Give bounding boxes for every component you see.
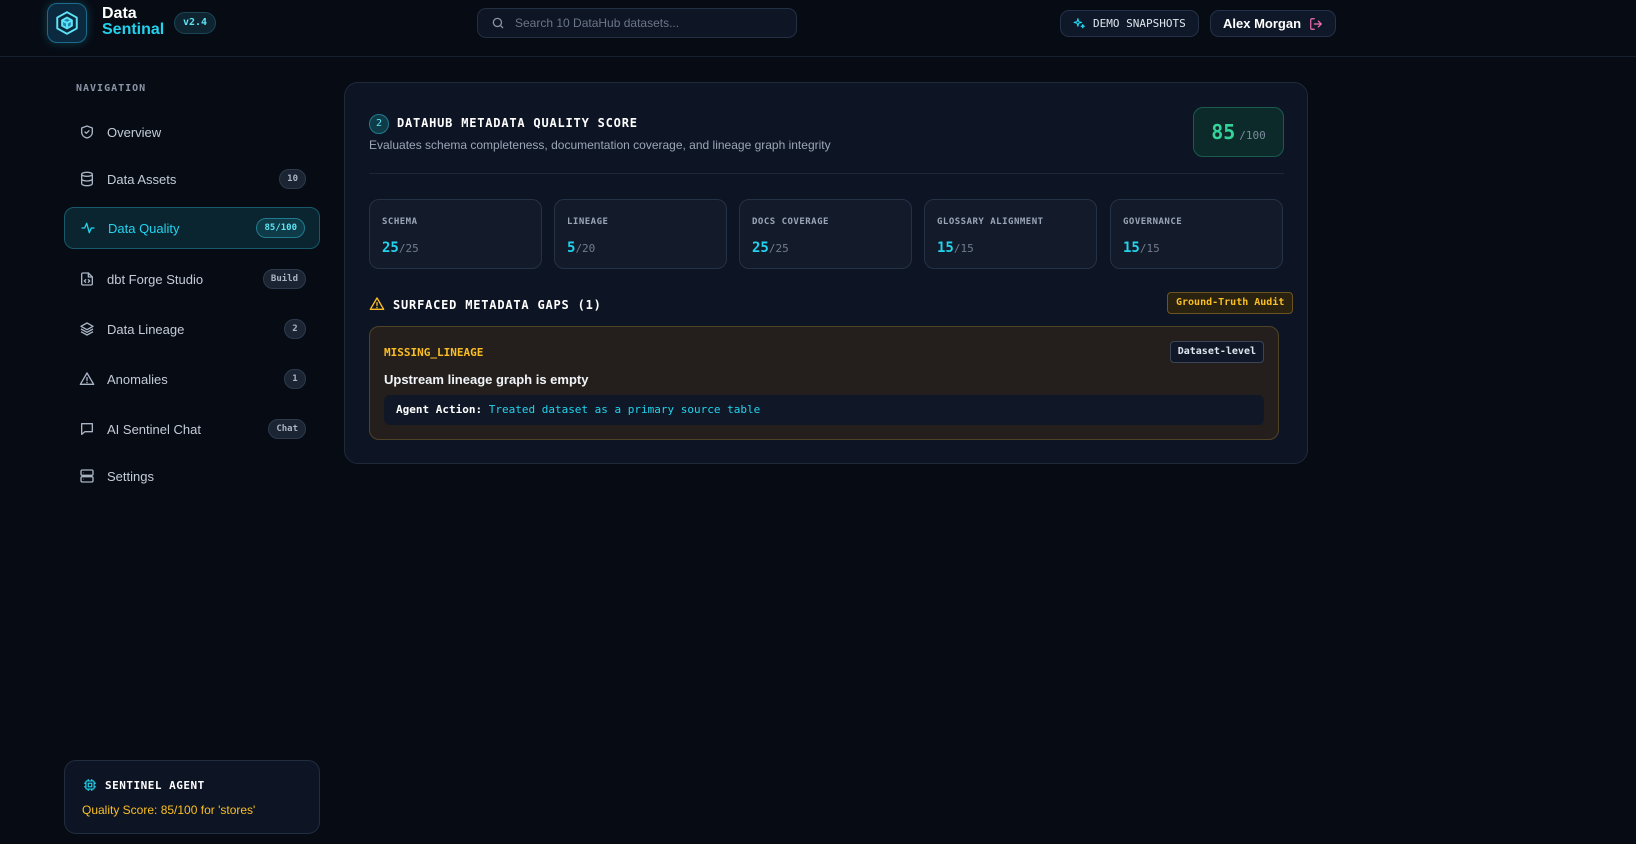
metric-max: /20 [575,242,596,255]
metric-card-lineage: LINEAGE 5/20 [554,199,727,269]
metric-card-governance: GOVERNANCE 15/15 [1110,199,1283,269]
user-menu-button[interactable]: Alex Morgan [1210,10,1337,37]
metric-card-glossary-alignment: GLOSSARY ALIGNMENT 15/15 [924,199,1097,269]
chat-badge: Chat [268,419,306,439]
database-icon [79,171,95,187]
cube-logo-icon [56,11,78,35]
sidebar-item-label: AI Sentinel Chat [107,421,201,437]
metric-score: 15 [1123,240,1140,256]
demo-snapshots-label: DEMO SNAPSHOTS [1093,17,1186,30]
metric-value: 15/15 [1123,237,1160,256]
top-header: Data Sentinal v2.4 DEMO SNAPSHOTS Alex M… [0,0,1636,57]
gap-level-badge: Dataset-level [1169,341,1264,363]
metric-max: /15 [953,242,974,255]
gap-code: MISSING_LINEAGE [384,346,484,359]
metric-value: 25/25 [382,237,419,256]
panel-title: DATAHUB METADATA QUALITY SCORE [397,116,638,130]
metric-value: 5/20 [567,237,595,256]
divider [369,173,1284,174]
search-input[interactable] [515,16,785,30]
file-code-icon [79,271,95,287]
sidebar-item-dbt-forge-studio[interactable]: dbt Forge Studio Build [64,258,320,300]
metric-score: 15 [937,240,954,256]
sidebar-item-anomalies[interactable]: Anomalies 1 [64,358,320,400]
search-icon [492,17,504,29]
metric-label: GLOSSARY ALIGNMENT [937,217,1044,227]
warning-icon [369,296,385,317]
logout-icon[interactable] [1309,17,1323,31]
metric-max: /25 [768,242,789,255]
agent-action-text: Treated dataset as a primary source tabl… [488,403,761,416]
gap-description: Upstream lineage graph is empty [384,372,589,387]
navigation-heading: NAVIGATION [76,83,147,94]
metric-label: LINEAGE [567,217,609,227]
metric-score: 25 [382,240,399,256]
panel-subtitle: Evaluates schema completeness, documenta… [369,138,831,152]
cpu-icon [83,778,97,797]
shield-icon [79,124,95,140]
activity-icon [80,220,96,236]
score-max: /100 [1239,129,1266,142]
metric-score: 25 [752,240,769,256]
sidebar-item-label: Overview [107,124,162,140]
chat-icon [79,421,95,437]
warning-icon [79,371,95,387]
user-name: Alex Morgan [1223,16,1302,31]
sidebar-item-label: Data Lineage [107,321,185,337]
metric-card-schema: SCHEMA 25/25 [369,199,542,269]
server-icon [79,468,95,484]
sidebar-item-label: dbt Forge Studio [107,271,204,287]
score-value: 85 [1211,120,1236,144]
demo-snapshots-button[interactable]: DEMO SNAPSHOTS [1060,10,1199,37]
brand-name: Data Sentinal [102,6,164,38]
gaps-title: SURFACED METADATA GAPS (1) [393,298,602,312]
version-badge: v2.4 [174,12,217,34]
step-number: 2 [369,114,389,134]
sidebar-item-label: Anomalies [107,371,168,387]
sidebar-item-label: Settings [107,468,154,484]
agent-action-label: Agent Action: [396,403,483,416]
sidebar-item-data-lineage[interactable]: Data Lineage 2 [64,308,320,350]
brand-line-1: Data [102,5,137,22]
metric-value: 25/25 [752,237,789,256]
agent-title: SENTINEL AGENT [105,779,205,792]
sidebar-item-data-quality[interactable]: Data Quality 85/100 [64,207,320,249]
metric-value: 15/15 [937,237,974,256]
agent-action: Agent Action: Treated dataset as a prima… [384,395,1264,425]
sidebar-item-label: Data Quality [108,220,180,236]
sidebar-item-overview[interactable]: Overview [64,111,320,153]
score-badge: 85/100 [256,218,305,238]
sidebar-item-settings[interactable]: Settings [64,455,320,497]
brand-line-2: Sentinal [102,21,165,38]
sidebar-item-data-assets[interactable]: Data Assets 10 [64,158,320,200]
metric-card-docs-coverage: DOCS COVERAGE 25/25 [739,199,912,269]
count-badge: 10 [279,169,306,189]
build-badge: Build [262,269,306,289]
metric-label: DOCS COVERAGE [752,217,829,227]
ground-truth-audit-badge: Ground-Truth Audit [1167,292,1294,314]
agent-status: Quality Score: 85/100 for 'stores' [82,803,256,817]
metric-label: GOVERNANCE [1123,217,1183,227]
search-bar[interactable] [477,8,797,38]
sidebar-item-ai-sentinel-chat[interactable]: AI Sentinel Chat Chat [64,408,320,450]
metric-label: SCHEMA [382,217,418,227]
layers-icon [79,321,95,337]
sentinel-agent-card: SENTINEL AGENT Quality Score: 85/100 for… [64,760,320,834]
sparkles-icon [1073,18,1085,29]
count-badge: 1 [284,369,306,389]
metric-max: /15 [1139,242,1160,255]
overall-score: 85 /100 [1193,107,1284,157]
logo[interactable] [47,3,87,43]
metric-max: /25 [398,242,419,255]
sidebar-item-label: Data Assets [107,171,177,187]
gap-card: MISSING_LINEAGE Dataset-level Upstream l… [369,326,1279,440]
quality-score-panel: 2 DATAHUB METADATA QUALITY SCORE Evaluat… [344,82,1308,464]
count-badge: 2 [284,319,306,339]
